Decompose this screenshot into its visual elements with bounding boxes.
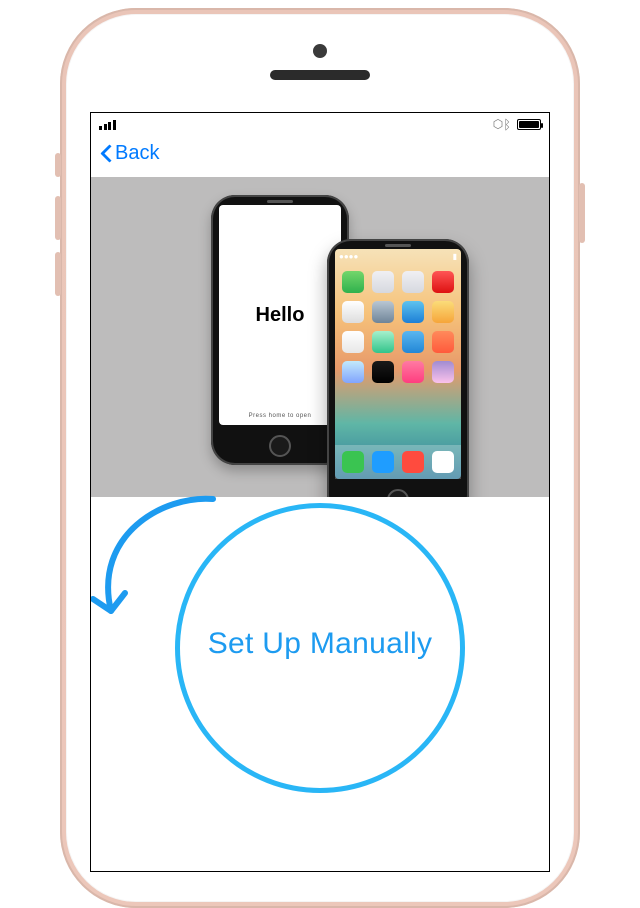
bluetooth-icon-glyph: ᛒ [503, 117, 511, 132]
hero-illustration: Hello Press home to open ●●●●▮ [91, 177, 549, 497]
hello-text: Hello [256, 304, 305, 327]
earpiece [270, 70, 370, 80]
device-screen: ⬡ ᛒ Back Hello Press home to open [90, 112, 550, 872]
illustration-phone-homescreen: ●●●●▮ [327, 239, 469, 519]
battery-icon [517, 119, 541, 130]
chevron-left-icon [99, 142, 113, 164]
set-up-manually-link[interactable]: Set Up Manually [208, 627, 433, 661]
volume-down-button [55, 252, 61, 296]
back-label: Back [115, 142, 159, 165]
bottom-area: Set Up Manually [91, 497, 549, 857]
status-bar: ⬡ ᛒ [91, 113, 549, 135]
nav-bar: Back [91, 135, 549, 171]
front-camera [313, 44, 327, 58]
home-button-icon [269, 435, 291, 457]
device-frame: ⬡ ᛒ Back Hello Press home to open [60, 8, 580, 908]
volume-up-button [55, 196, 61, 240]
mute-switch [55, 153, 61, 177]
bluetooth-icon: ⬡ [493, 117, 503, 131]
cellular-signal-icon [99, 118, 116, 130]
press-home-text: Press home to open [249, 413, 312, 419]
power-button [579, 183, 585, 243]
back-button[interactable]: Back [99, 142, 159, 165]
